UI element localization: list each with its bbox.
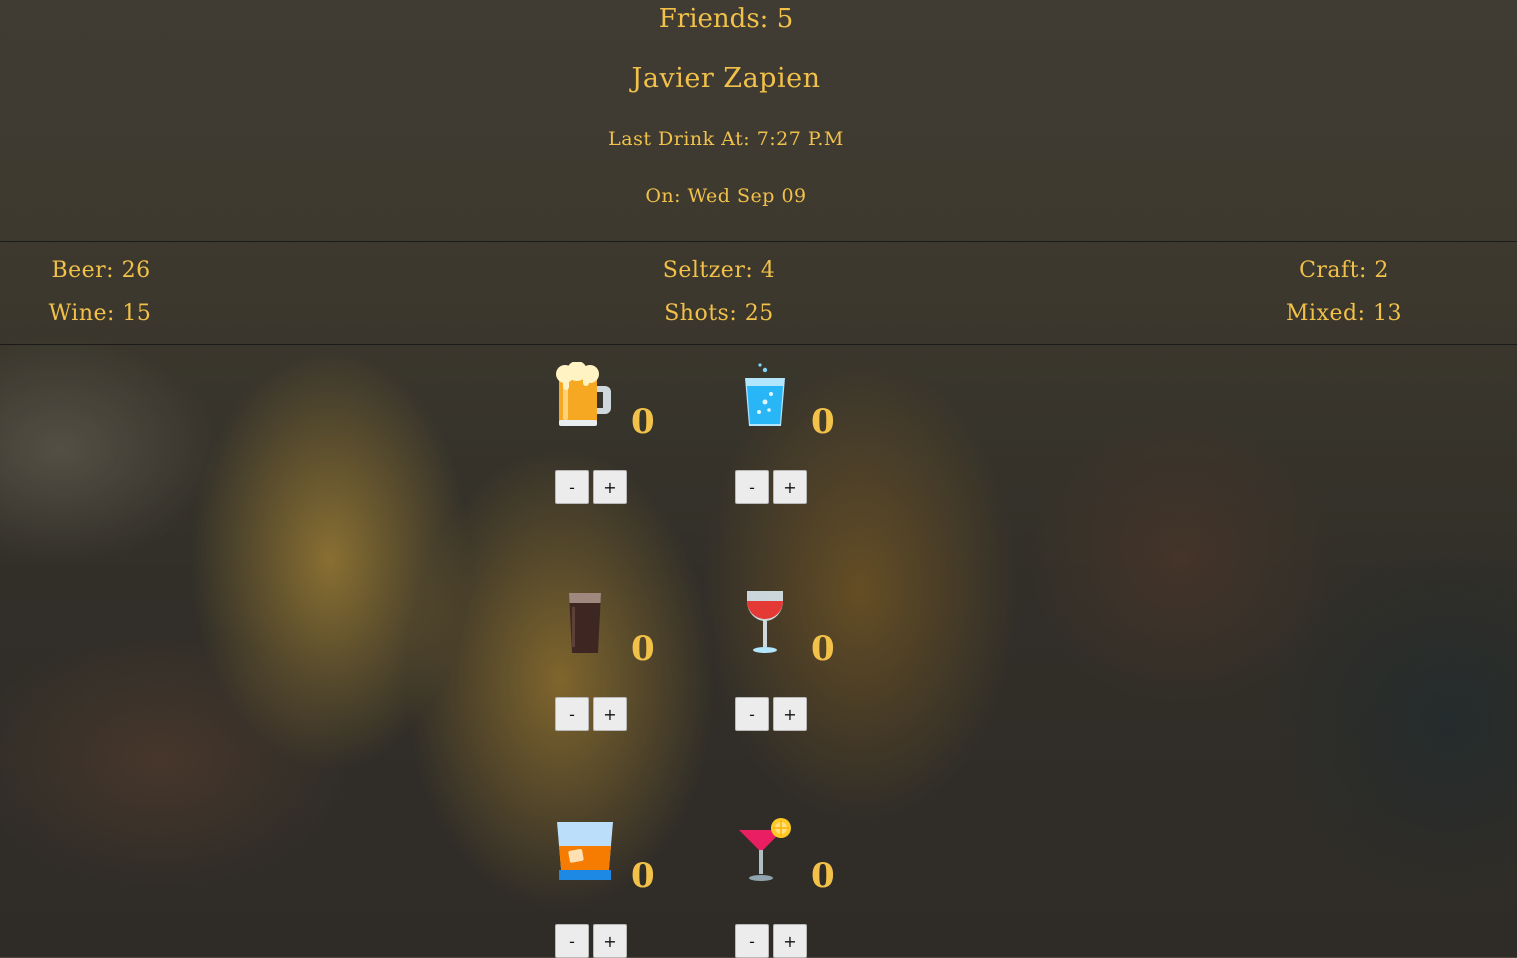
beer-increment-button[interactable]: +	[593, 470, 627, 504]
divider-bottom	[0, 344, 1517, 345]
user-name: Javier Zapien	[631, 63, 821, 94]
last-drink-date: On: Wed Sep 09	[645, 185, 807, 207]
friends-count[interactable]: Friends: 5	[0, 4, 1452, 34]
stat-mixed: Mixed: 13	[1286, 301, 1402, 326]
stat-wine: Wine: 15	[48, 301, 152, 326]
drink-tile-shots: 0 - +	[555, 816, 685, 958]
shots-count: 0	[631, 856, 655, 896]
drink-tile-mixed: 0 - +	[735, 816, 865, 958]
beer-decrement-button[interactable]: -	[555, 470, 589, 504]
stat-beer: Beer: 26	[51, 258, 151, 283]
mixed-increment-button[interactable]: +	[773, 924, 807, 958]
beer-mug-icon	[556, 362, 611, 426]
last-drink-time: Last Drink At: 7:27 P.M	[608, 128, 844, 150]
shots-decrement-button[interactable]: -	[555, 924, 589, 958]
drink-tile-wine: 0 - +	[735, 589, 865, 731]
shot-whiskey-glass-icon	[557, 822, 613, 880]
drink-tile-seltzer: 0 - +	[735, 362, 865, 504]
mixed-decrement-button[interactable]: -	[735, 924, 769, 958]
craft-increment-button[interactable]: +	[593, 697, 627, 731]
craft-pint-icon	[569, 593, 601, 653]
shots-increment-button[interactable]: +	[593, 924, 627, 958]
wine-decrement-button[interactable]: -	[735, 697, 769, 731]
beer-count: 0	[631, 402, 655, 442]
seltzer-decrement-button[interactable]: -	[735, 470, 769, 504]
stat-seltzer: Seltzer: 4	[662, 258, 776, 283]
seltzer-count: 0	[811, 402, 835, 442]
divider-top	[0, 241, 1517, 242]
seltzer-increment-button[interactable]: +	[773, 470, 807, 504]
wine-glass-icon	[747, 591, 783, 653]
craft-count: 0	[631, 629, 655, 669]
stat-shots: Shots: 25	[664, 301, 774, 326]
drink-tile-craft: 0 - +	[555, 589, 685, 731]
craft-decrement-button[interactable]: -	[555, 697, 589, 731]
seltzer-glass-icon	[745, 363, 785, 426]
mixed-count: 0	[811, 856, 835, 896]
stat-craft: Craft: 2	[1299, 258, 1389, 283]
wine-increment-button[interactable]: +	[773, 697, 807, 731]
cocktail-glass-icon	[739, 818, 791, 881]
wine-count: 0	[811, 629, 835, 669]
drink-tile-beer: 0 - +	[555, 362, 685, 504]
